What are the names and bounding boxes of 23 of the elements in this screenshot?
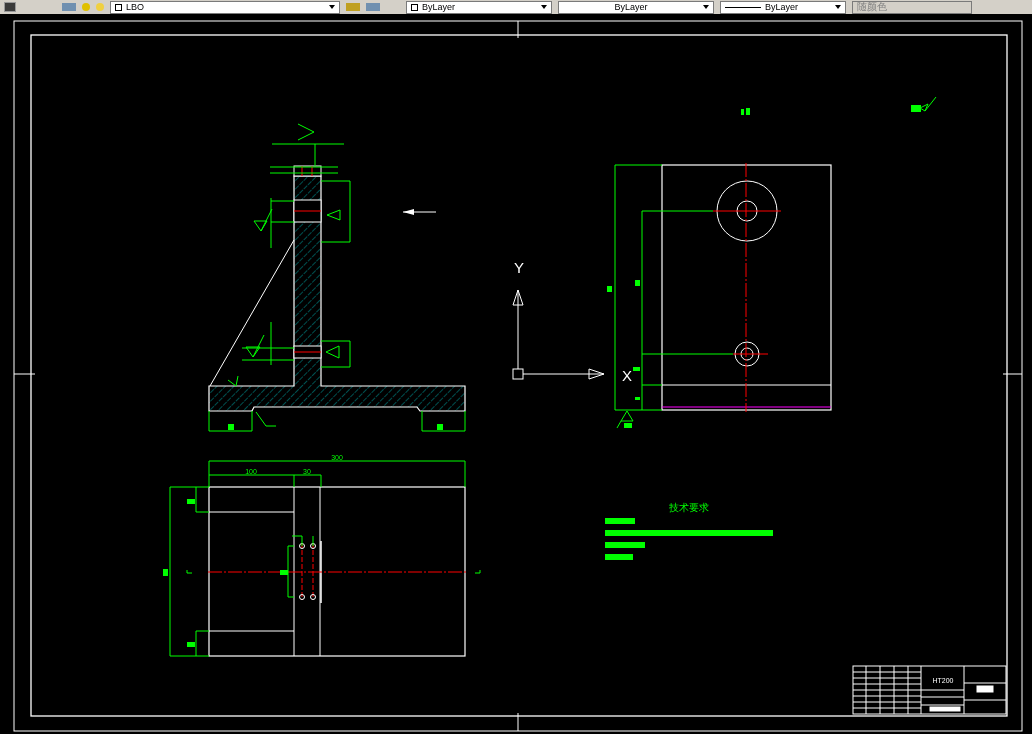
y-axis-label: Y: [514, 259, 524, 276]
layer-dropdown[interactable]: LBO: [110, 0, 340, 14]
linetype-value: ByLayer: [614, 2, 648, 12]
ucs-axis-icon: [512, 289, 605, 380]
linetype-dropdown[interactable]: ByLayer: [558, 0, 714, 14]
layer-name: LBO: [126, 2, 144, 12]
layers-icon[interactable]: [346, 3, 360, 11]
x-axis-label: X: [622, 367, 632, 384]
layers-icon[interactable]: [62, 3, 76, 11]
color-dropdown[interactable]: ByLayer: [406, 0, 552, 14]
lineweight-value: ByLayer: [765, 2, 799, 12]
layer-swatch-icon: [115, 3, 122, 11]
notes-title: 技术要求: [669, 502, 709, 513]
caret-icon: [329, 5, 335, 9]
color-value: ByLayer: [422, 2, 456, 12]
caret-icon: [541, 5, 547, 9]
lineweight-dropdown[interactable]: ByLayer: [720, 0, 846, 14]
caret-icon: [835, 5, 841, 9]
color-swatch-icon: [411, 3, 418, 11]
tool-icon[interactable]: [4, 2, 16, 12]
line-sample-icon: [725, 6, 761, 8]
caret-icon: [703, 5, 709, 9]
layers-icon[interactable]: [366, 3, 380, 11]
